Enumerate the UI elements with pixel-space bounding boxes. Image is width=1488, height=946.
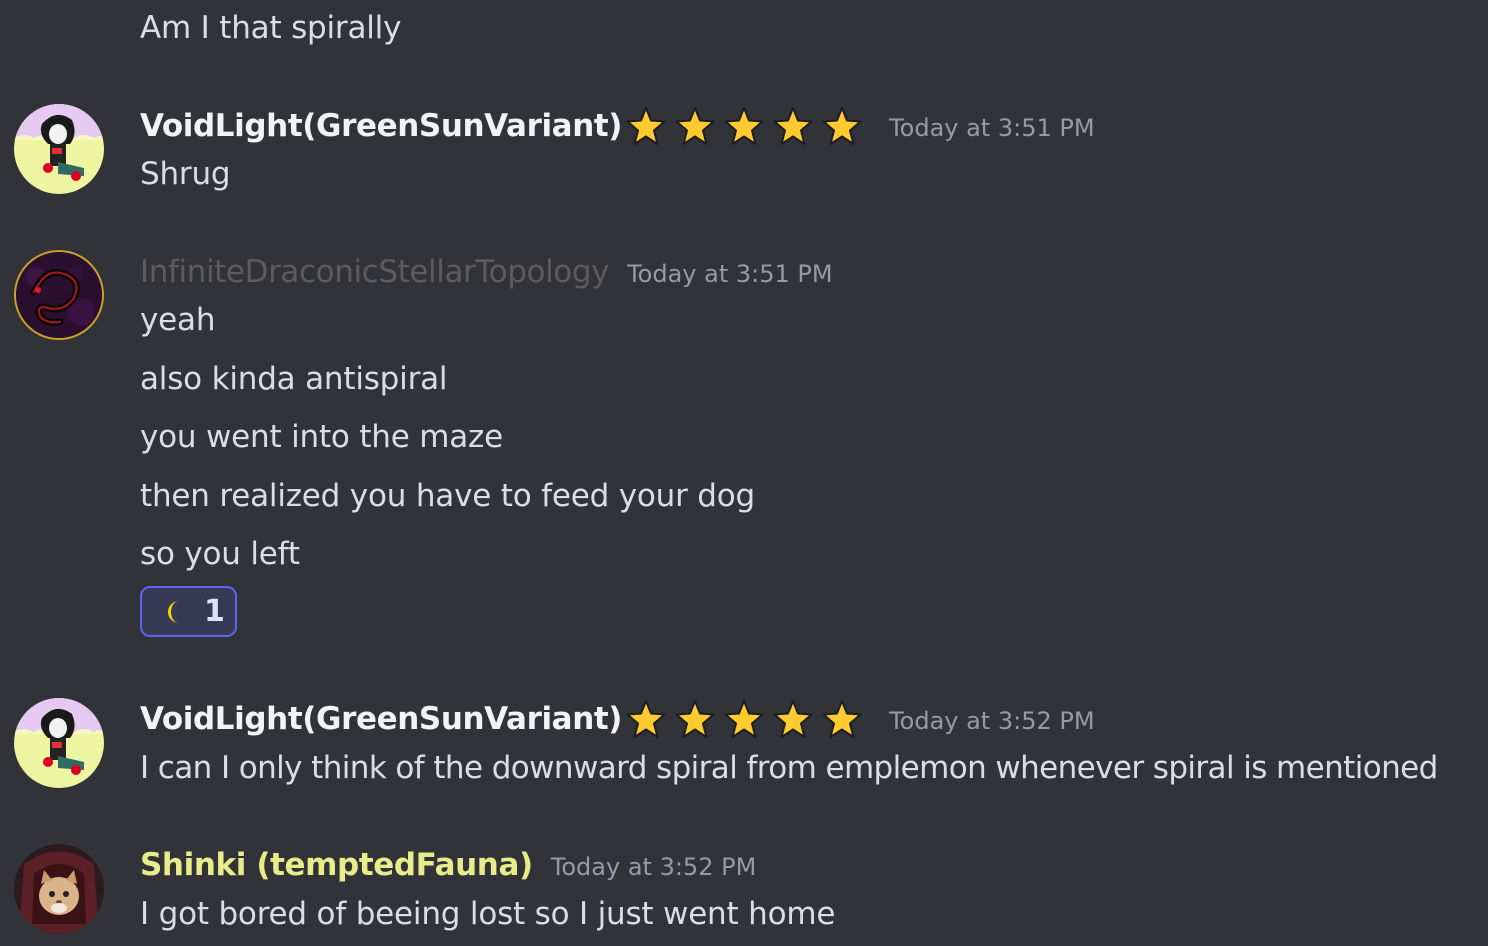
message-text: so you left bbox=[140, 536, 300, 572]
username[interactable]: Shinki (temptedFauna) bbox=[140, 847, 533, 883]
star-icon bbox=[724, 700, 764, 738]
message-header: VoidLight(GreenSunVariant) Today at 3:51… bbox=[140, 104, 1095, 148]
user-avatar[interactable] bbox=[14, 104, 104, 194]
user-avatar[interactable] bbox=[14, 250, 104, 340]
message-text: I can I only think of the downward spira… bbox=[140, 750, 1438, 786]
message-text: Shrug bbox=[140, 156, 231, 192]
message-header: Shinki (temptedFauna) Today at 3:52 PM bbox=[140, 843, 756, 887]
message-header: VoidLight(GreenSunVariant) Today at 3:52… bbox=[140, 697, 1095, 741]
message-text: you went into the maze bbox=[140, 419, 503, 455]
star-icon bbox=[675, 700, 715, 738]
star-icon bbox=[822, 700, 862, 738]
star-icon bbox=[675, 107, 715, 145]
message-text: also kinda antispiral bbox=[140, 361, 448, 397]
badge-group bbox=[626, 106, 871, 146]
star-icon bbox=[626, 700, 666, 738]
message-text: Am I that spirally bbox=[140, 10, 402, 46]
star-icon bbox=[773, 700, 813, 738]
message-header: InfiniteDraconicStellarTopology Today at… bbox=[140, 250, 833, 294]
reaction-count: 1 bbox=[204, 594, 225, 629]
message-text: yeah bbox=[140, 302, 216, 338]
timestamp[interactable]: Today at 3:52 PM bbox=[889, 707, 1095, 735]
user-avatar[interactable] bbox=[14, 844, 104, 934]
reaction-button[interactable]: 1 bbox=[140, 586, 237, 637]
star-icon bbox=[773, 107, 813, 145]
badge-group bbox=[626, 699, 871, 739]
username[interactable]: VoidLight(GreenSunVariant) bbox=[140, 108, 622, 144]
user-avatar[interactable] bbox=[14, 698, 104, 788]
crescent-moon-icon bbox=[168, 600, 179, 623]
username[interactable]: InfiniteDraconicStellarTopology bbox=[140, 254, 609, 290]
message-text: then realized you have to feed your dog bbox=[140, 478, 755, 514]
star-icon bbox=[724, 107, 764, 145]
timestamp[interactable]: Today at 3:51 PM bbox=[889, 114, 1095, 142]
timestamp[interactable]: Today at 3:52 PM bbox=[551, 853, 757, 881]
star-icon bbox=[626, 107, 666, 145]
timestamp[interactable]: Today at 3:51 PM bbox=[627, 260, 833, 288]
message-text: I got bored of beeing lost so I just wen… bbox=[140, 896, 836, 932]
username[interactable]: VoidLight(GreenSunVariant) bbox=[140, 701, 622, 737]
star-icon bbox=[822, 107, 862, 145]
